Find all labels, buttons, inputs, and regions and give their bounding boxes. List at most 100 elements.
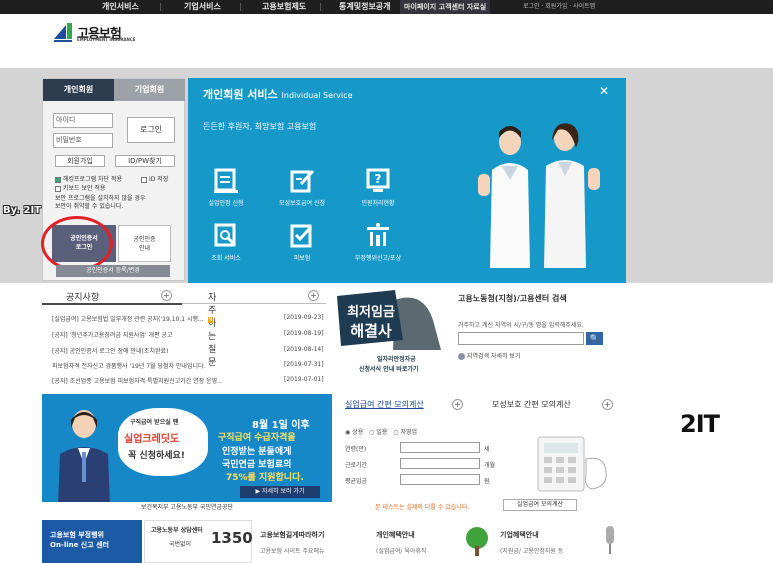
radio-icon[interactable]: ○ <box>393 429 398 436</box>
banner-agency-logos: 보건복지부 고용노동부 국민연금공단 <box>42 502 332 514</box>
notice-text: 피보험자격 전자신고 경품행사 '19년 7월 당첨자 안내입니다. <box>52 363 206 370</box>
fraud-report-banner[interactable]: 고용보험 부정행위 On-line 신고 센터 <box>42 520 142 563</box>
cert-guide-line1: 공인인증 <box>133 236 156 243</box>
insured-icon <box>290 224 313 248</box>
radio-icon[interactable]: ○ <box>369 429 374 436</box>
radio-checked-icon[interactable]: ◉ <box>345 429 350 436</box>
notice-text: [공지] '청년추가고용장려금 지원사업' 개편 공고 <box>52 332 173 339</box>
notice-date: [2019-07-01] <box>284 376 324 383</box>
service-maternity[interactable]: 모성보호급여 신청 <box>270 168 334 207</box>
tab-faq[interactable]: 자주하는 질문 <box>208 290 216 368</box>
password-input[interactable]: 비밀번호 <box>53 133 113 148</box>
avg-wage-unit: 원 <box>484 478 490 485</box>
service-label: 민원처리현황 <box>361 200 395 207</box>
notice-more-icon[interactable]: + <box>161 290 172 301</box>
service-label: 모성보호급여 신청 <box>278 200 326 207</box>
calculator-icon <box>537 436 607 492</box>
service-label: 피보험 <box>293 255 311 262</box>
report-icon <box>367 223 389 246</box>
notice-item[interactable]: 피보험자격 전자신고 경품행사 '19년 7월 당첨자 안내입니다. [2019… <box>52 361 332 371</box>
id-input[interactable]: 아이디 <box>53 113 113 128</box>
service-label: 실업인정 신청 <box>208 200 244 207</box>
unemployment-credit-banner[interactable]: 구직급여 받으실 땐 실업크레딧도 꼭 신청하세요! 8월 1일 이후 구직급여… <box>42 394 332 514</box>
faq-tab-underline <box>182 303 326 304</box>
keyboard-security-checkbox[interactable]: 키보드 보안 적용 <box>55 183 105 192</box>
service-report[interactable]: 부정행위신고/포상 <box>346 223 410 262</box>
search-icon[interactable]: 🔍 <box>586 332 603 345</box>
region-search-detail-link[interactable]: 지역검색 자세히 보기 <box>458 351 520 360</box>
service-complaint-status[interactable]: ? 민원처리현황 <box>346 168 410 207</box>
minimum-wage-banner[interactable]: 최저임금 해결사 일자리안정자금 신청서식 안내 바로가기 <box>333 290 441 382</box>
service-lookup[interactable]: 조회 서비스 <box>194 223 258 262</box>
nav-statistics[interactable]: 통계및정보공개 <box>339 0 391 14</box>
tab-notice[interactable]: 공지사항 <box>66 290 99 303</box>
follow-along-banner[interactable]: 고용보험길게따라하기 고용보험 사이트 주요메뉴 <box>260 520 366 563</box>
nav-insurance-system[interactable]: 고용보험제도 <box>262 0 306 14</box>
nav-mypage-group[interactable]: 마이페이지 고객센터 자료실 <box>400 0 491 14</box>
banner-line4: 75%를 지원합니다. <box>226 473 304 483</box>
avg-wage-input[interactable] <box>400 474 480 485</box>
security-checkbox[interactable]: 해킹프로그램 차단 적용 <box>55 174 122 183</box>
office-search-description: 거주하고 계신 지역의 시/구/동 명을 입력해주세요. <box>458 322 584 329</box>
login-button[interactable]: 로그인 <box>127 117 175 143</box>
new-badge: N <box>207 317 214 323</box>
radio-label: 자영업 <box>400 429 418 436</box>
faq-more-icon[interactable]: + <box>308 290 319 301</box>
service-label: 부정행위신고/포상 <box>354 255 402 262</box>
personal-benefits-banner[interactable]: 개인혜택안내 (실업급여/ 육아휴직 <box>376 520 494 563</box>
microphone-icon <box>606 526 614 554</box>
notice-item[interactable]: [공지] '청년추가고용장려금 지원사업' 개편 공고 [2019-08-19] <box>52 330 332 340</box>
notice-item[interactable]: [공지] 공인인증서 로그인 장애 안내(조치완료) [2019-08-14] <box>52 346 332 356</box>
notice-item[interactable]: [실업급여] 고용보험법 일부개정 관련 공지('19.10.1 시행... N… <box>52 314 332 324</box>
checkbox-icon <box>55 185 61 192</box>
tab-company-member[interactable]: 기업회원 <box>114 79 185 101</box>
join-button[interactable]: 회원가입 <box>55 155 105 167</box>
speech-bubble: 구직급여 받으실 땐 실업크레딧도 꼭 신청하세요! <box>118 408 208 476</box>
age-input[interactable] <box>400 442 480 453</box>
notice-item[interactable]: [공지] 조선업종 고용보험 피보험자격 특별지원신고기간 연장 운영... [… <box>52 376 332 386</box>
service-tagline: 든든한 후원자, 희망보험 고용보험 <box>203 122 317 131</box>
nav-company-service[interactable]: 기업서비스 <box>184 0 221 14</box>
banner-line2: 인정받는 분들에게 <box>222 447 292 457</box>
tab-unemployment-calc[interactable]: 실업급여 간편 모의계산 <box>345 399 424 410</box>
cert-guide-line2: 안내 <box>138 245 151 252</box>
nav-personal-service[interactable]: 개인서비스 <box>102 0 139 14</box>
wage-line2: 해결사 <box>350 322 392 340</box>
call-center-sub: 국번없이 <box>169 541 192 548</box>
certificate-register-button[interactable]: 공인인증서 등록/변경 <box>56 265 170 277</box>
banner-line3: 국민연금 보험료의 <box>222 460 292 470</box>
nav-separator <box>240 3 241 11</box>
service-unemployment[interactable]: 실업인정 신청 <box>194 168 258 207</box>
tab-maternity-calc[interactable]: 모성보호 간편 모의계산 <box>492 399 571 410</box>
maternity-calc-more-icon[interactable]: + <box>602 399 613 410</box>
tab-personal-member[interactable]: 개인회원 <box>43 79 114 101</box>
company-benefits-sub: (지원금/ 고용안정지원 등 <box>500 548 564 555</box>
company-benefits-banner[interactable]: 기업혜택안내 (지원금/ 고용안정지원 등 <box>500 520 628 563</box>
checkbox-checked-icon <box>55 176 61 183</box>
find-id-password-button[interactable]: ID/PW찾기 <box>115 155 175 167</box>
site-logo[interactable]: 고용보험 EMPLOYMENT INSURANCE <box>52 21 144 49</box>
service-insured[interactable]: 피보험 <box>270 223 334 262</box>
workers-thumbs-up-image <box>478 123 600 268</box>
certificate-guide-button[interactable]: 공인인증 안내 <box>118 225 171 262</box>
employment-type-radios: ◉ 상용 ○ 일용 ○ 자영업 <box>345 427 417 436</box>
calc-submit-button[interactable]: 실업급여 모의계산 <box>503 499 577 511</box>
service-title-en: Individual Service <box>281 91 353 100</box>
personal-benefits-sub: (실업급여/ 육아휴직 <box>376 548 427 555</box>
banner-detail-button[interactable]: ▶ 자세히 보러 가기 <box>240 486 320 498</box>
security-notice-line2: 보안이 취약할 수 있습니다. <box>55 203 124 210</box>
save-id-checkbox[interactable]: ID 저장 <box>141 174 168 183</box>
util-links[interactable]: 로그인 · 회원가입 · 사이트맵 <box>523 0 595 14</box>
svg-text:?: ? <box>375 172 382 186</box>
unemployment-calc-more-icon[interactable]: + <box>452 399 463 410</box>
fraud-report-line1: 고용보험 부정행위 <box>50 531 104 539</box>
service-label: 조회 서비스 <box>211 255 241 262</box>
notice-text: [공지] 조선업종 고용보험 피보험자격 특별지원신고기간 연장 운영... <box>52 378 223 385</box>
call-center-title: 고용노동부 상담센터 <box>151 527 203 534</box>
age-unit: 세 <box>484 446 490 453</box>
work-period-input[interactable] <box>400 458 480 469</box>
call-center-banner[interactable]: 고용노동부 상담센터 국번없이 1350 <box>144 520 253 563</box>
close-icon[interactable]: ✕ <box>599 84 609 98</box>
arrow-circle-icon <box>458 353 465 360</box>
office-search-input[interactable] <box>458 332 584 345</box>
